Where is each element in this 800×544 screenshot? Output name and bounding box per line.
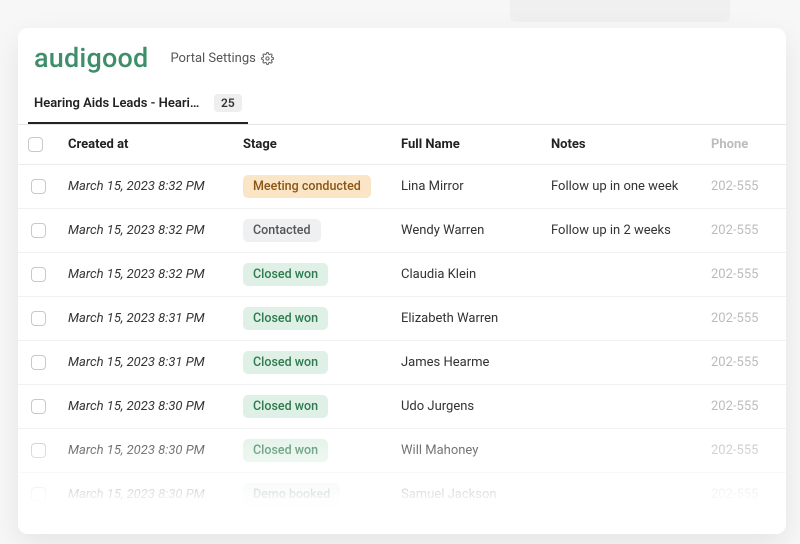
cell-full-name: Lina Mirror bbox=[391, 165, 541, 209]
column-header-phone[interactable]: Phone bbox=[701, 125, 786, 165]
stage-badge: Closed won bbox=[243, 395, 328, 418]
cell-phone: 202-555 bbox=[701, 253, 786, 297]
select-all-checkbox[interactable] bbox=[28, 137, 43, 152]
row-checkbox[interactable] bbox=[31, 267, 46, 282]
leads-panel: audigood Portal Settings Hearing Aids Le… bbox=[18, 28, 786, 534]
column-header-full-name[interactable]: Full Name bbox=[391, 125, 541, 165]
cell-created-at: March 15, 2023 8:32 PM bbox=[58, 165, 233, 209]
stage-badge: Demo booked bbox=[243, 483, 340, 506]
cell-phone: 202-555 bbox=[701, 297, 786, 341]
stage-badge: Closed won bbox=[243, 439, 328, 462]
column-header-stage[interactable]: Stage bbox=[233, 125, 391, 165]
row-checkbox[interactable] bbox=[31, 443, 46, 458]
cell-full-name: James Hearme bbox=[391, 341, 541, 385]
cell-stage: Contacted bbox=[233, 209, 391, 253]
stage-badge: Closed won bbox=[243, 263, 328, 286]
cell-created-at: March 15, 2023 8:30 PM bbox=[58, 385, 233, 429]
cell-notes: Follow up in 2 weeks bbox=[541, 209, 701, 253]
stage-badge: Meeting conducted bbox=[243, 175, 371, 198]
cell-stage: Closed won bbox=[233, 253, 391, 297]
column-header-checkbox bbox=[18, 125, 58, 165]
leads-table: Created at Stage Full Name Notes Phone M… bbox=[18, 125, 786, 534]
cell-notes bbox=[541, 473, 701, 517]
brand-logo: audigood bbox=[34, 42, 148, 74]
tab-label: Hearing Aids Leads - Hearin… bbox=[34, 96, 204, 111]
gear-icon bbox=[261, 52, 274, 65]
table-row[interactable]: March 15, 2023 8:30 PM Demo booked Samuel … bbox=[18, 473, 786, 517]
table-row[interactable]: March 15, 2023 8:32 PM Contacted Wendy War… bbox=[18, 209, 786, 253]
tab-hearing-aids-leads[interactable]: Hearing Aids Leads - Hearin… 25 bbox=[28, 86, 248, 124]
row-checkbox[interactable] bbox=[31, 179, 46, 194]
cell-phone: 202-555 bbox=[701, 209, 786, 253]
column-header-notes[interactable]: Notes bbox=[541, 125, 701, 165]
row-checkbox[interactable] bbox=[31, 311, 46, 326]
stage-badge: Contacted bbox=[243, 219, 321, 242]
row-checkbox[interactable] bbox=[31, 223, 46, 238]
cell-full-name: Samuel Jackson bbox=[391, 473, 541, 517]
row-checkbox[interactable] bbox=[31, 487, 46, 502]
table-row[interactable]: March 15, 2023 8:32 PM Closed won Claudia … bbox=[18, 253, 786, 297]
table-header-row: Created at Stage Full Name Notes Phone bbox=[18, 125, 786, 165]
table-row[interactable]: March 15, 2023 8:30 PM Meeting conducted L… bbox=[18, 517, 786, 534]
cell-stage: Demo booked bbox=[233, 473, 391, 517]
cell-phone: 202-555 bbox=[701, 429, 786, 473]
cell-notes bbox=[541, 517, 701, 534]
cell-full-name: Elizabeth Warren bbox=[391, 297, 541, 341]
tab-count-badge: 25 bbox=[214, 94, 242, 112]
table-row[interactable]: March 15, 2023 8:31 PM Closed won Elizabet… bbox=[18, 297, 786, 341]
cell-stage: Closed won bbox=[233, 385, 391, 429]
cell-full-name: Udo Jurgens bbox=[391, 385, 541, 429]
row-checkbox[interactable] bbox=[31, 531, 46, 534]
table-row[interactable]: March 15, 2023 8:30 PM Closed won Will Mah… bbox=[18, 429, 786, 473]
cell-full-name: Wendy Warren bbox=[391, 209, 541, 253]
cell-created-at: March 15, 2023 8:30 PM bbox=[58, 473, 233, 517]
cell-notes: Follow up in one week bbox=[541, 165, 701, 209]
cell-phone: 202-555 bbox=[701, 473, 786, 517]
row-checkbox[interactable] bbox=[31, 355, 46, 370]
table-row[interactable]: March 15, 2023 8:31 PM Closed won James He… bbox=[18, 341, 786, 385]
table-row[interactable]: March 15, 2023 8:30 PM Closed won Udo Jurg… bbox=[18, 385, 786, 429]
tab-bar: Hearing Aids Leads - Hearin… 25 bbox=[18, 80, 786, 125]
cell-full-name: Lewis Lennox bbox=[391, 517, 541, 534]
cell-phone: 202-555 bbox=[701, 341, 786, 385]
stage-badge: Closed won bbox=[243, 307, 328, 330]
background-decoration bbox=[510, 0, 730, 22]
table-row[interactable]: March 15, 2023 8:32 PM Meeting conducted L… bbox=[18, 165, 786, 209]
cell-stage: Closed won bbox=[233, 297, 391, 341]
stage-badge: Closed won bbox=[243, 351, 328, 374]
portal-settings-link[interactable]: Portal Settings bbox=[170, 51, 273, 66]
cell-stage: Closed won bbox=[233, 429, 391, 473]
portal-settings-label: Portal Settings bbox=[170, 51, 255, 66]
cell-phone: 202-555 bbox=[701, 385, 786, 429]
cell-created-at: March 15, 2023 8:31 PM bbox=[58, 297, 233, 341]
cell-full-name: Will Mahoney bbox=[391, 429, 541, 473]
cell-stage: Meeting conducted bbox=[233, 165, 391, 209]
cell-created-at: March 15, 2023 8:32 PM bbox=[58, 253, 233, 297]
cell-notes bbox=[541, 385, 701, 429]
cell-notes bbox=[541, 341, 701, 385]
panel-header: audigood Portal Settings bbox=[18, 28, 786, 80]
cell-created-at: March 15, 2023 8:32 PM bbox=[58, 209, 233, 253]
cell-phone: 202-555 bbox=[701, 517, 786, 534]
cell-created-at: March 15, 2023 8:31 PM bbox=[58, 341, 233, 385]
cell-stage: Closed won bbox=[233, 341, 391, 385]
cell-created-at: March 15, 2023 8:30 PM bbox=[58, 429, 233, 473]
cell-notes bbox=[541, 297, 701, 341]
cell-created-at: March 15, 2023 8:30 PM bbox=[58, 517, 233, 534]
stage-badge: Meeting conducted bbox=[243, 527, 371, 534]
cell-full-name: Claudia Klein bbox=[391, 253, 541, 297]
row-checkbox[interactable] bbox=[31, 399, 46, 414]
cell-notes bbox=[541, 429, 701, 473]
column-header-created[interactable]: Created at bbox=[58, 125, 233, 165]
cell-stage: Meeting conducted bbox=[233, 517, 391, 534]
cell-phone: 202-555 bbox=[701, 165, 786, 209]
cell-notes bbox=[541, 253, 701, 297]
